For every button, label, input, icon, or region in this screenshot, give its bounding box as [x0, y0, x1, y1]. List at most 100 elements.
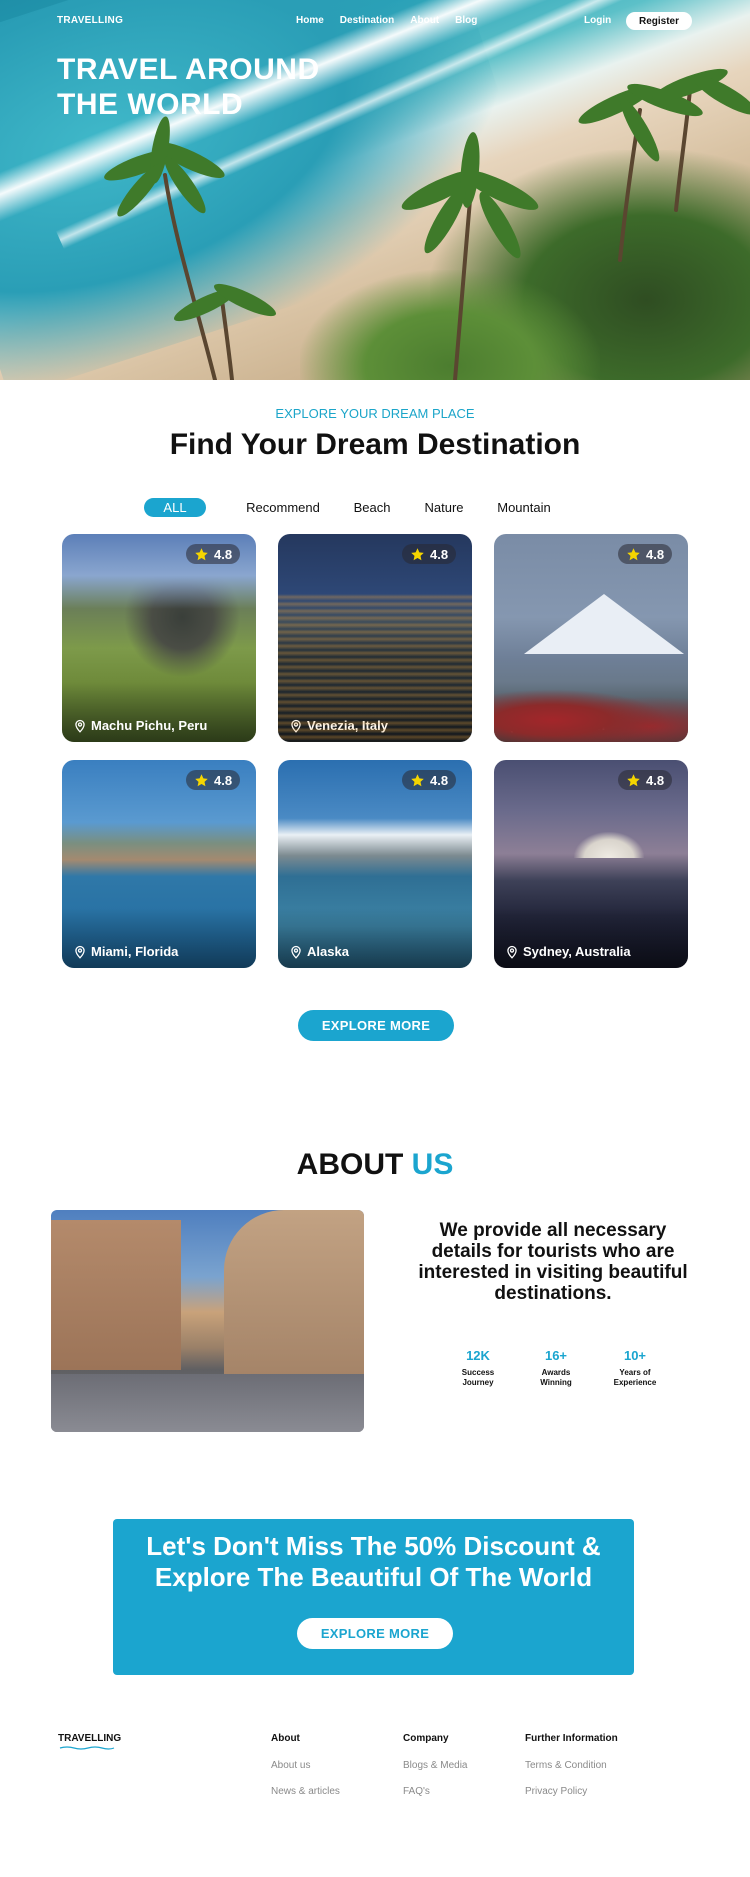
footer-link-blogs[interactable]: Blogs & Media — [403, 1760, 467, 1771]
footer-heading: Company — [403, 1733, 449, 1744]
card-shade — [62, 682, 256, 742]
rating-badge: 4.8 — [186, 770, 240, 790]
footer-link-news[interactable]: News & articles — [271, 1786, 340, 1797]
destinations-title: Find Your Dream Destination — [169, 428, 581, 461]
rating-badge: 4.8 — [186, 544, 240, 564]
rating-value: 4.8 — [430, 546, 449, 562]
about-photo — [51, 1210, 364, 1432]
discount-headline: Let's Don't Miss The 50% Discount & Expl… — [113, 1531, 634, 1593]
promo-explore-button[interactable]: EXPLORE MORE — [297, 1618, 453, 1649]
star-icon — [195, 547, 208, 560]
about-title-main: ABOUT — [296, 1148, 404, 1181]
rating-value: 4.8 — [646, 772, 665, 788]
footer-logo[interactable]: TRAVELLING — [58, 1733, 121, 1744]
footer-column-company: Company Blogs & Media FAQ's — [403, 1733, 467, 1797]
map-pin-icon — [291, 945, 301, 959]
stat-value: 10+ — [623, 1348, 647, 1363]
footer-column-further-info: Further Information Terms & Condition Pr… — [525, 1733, 618, 1797]
card-shade — [278, 908, 472, 968]
card-location: Miami, Florida — [73, 944, 178, 959]
filter-recommend[interactable]: Recommend — [242, 498, 324, 517]
filter-nature[interactable]: Nature — [420, 498, 468, 517]
nav-link-home[interactable]: Home — [296, 15, 324, 26]
card-shade — [62, 908, 256, 968]
rating-badge: 4.8 — [618, 770, 672, 790]
filter-beach[interactable]: Beach — [350, 498, 394, 517]
card-location: Venezia, Italy — [289, 718, 388, 733]
filter-mountain[interactable]: Mountain — [494, 498, 554, 517]
footer-link-terms[interactable]: Terms & Condition — [525, 1760, 618, 1771]
discount-banner: Let's Don't Miss The 50% Discount & Expl… — [113, 1519, 634, 1675]
map-pin-icon — [507, 945, 517, 959]
hero-banner: TRAVELLING Home Destination About Blog L… — [0, 0, 750, 380]
rating-badge: 4.8 — [402, 770, 456, 790]
filter-all[interactable]: ALL — [144, 498, 206, 517]
map-pin-icon — [507, 719, 517, 733]
card-location: Sydney, Australia — [505, 944, 631, 959]
about-title-accent: US — [411, 1148, 454, 1181]
footer-link-faq[interactable]: FAQ's — [403, 1786, 467, 1797]
map-pin-icon — [291, 719, 301, 733]
destination-card[interactable]: 4.8 Machu Pichu, Peru — [62, 534, 256, 742]
footer-heading: Further Information — [525, 1733, 618, 1744]
footer-heading: About — [271, 1733, 300, 1744]
hero-title-line-1: TRAVEL AROUND — [57, 53, 320, 86]
rating-value: 4.8 — [646, 546, 665, 562]
destination-card[interactable]: 4.8 Miami, Florida — [62, 760, 256, 968]
star-icon — [627, 547, 640, 560]
card-location: Tokyo, Japan — [505, 718, 605, 733]
star-icon — [411, 547, 424, 560]
footer-link-privacy[interactable]: Privacy Policy — [525, 1786, 618, 1797]
about-stats: 12K Success Journey 16+ Awards Winning 10+… — [448, 1348, 688, 1398]
card-location: Alaska — [289, 944, 349, 959]
stat-success-journey: 12K Success Journey — [448, 1348, 508, 1388]
card-shade — [278, 682, 472, 742]
explore-more-button[interactable]: EXPLORE MORE — [298, 1010, 454, 1041]
destination-card[interactable]: 4.8 Venezia, Italy — [278, 534, 472, 742]
about-title: ABOUT US — [0, 1148, 750, 1182]
destination-card[interactable]: 4.8 Alaska — [278, 760, 472, 968]
nav-link-blog[interactable]: Blog — [455, 15, 477, 26]
rating-value: 4.8 — [430, 772, 449, 788]
destination-filters: ALL Recommend Beach Nature Mountain — [0, 498, 750, 518]
stat-value: 12K — [466, 1348, 490, 1363]
map-pin-icon — [75, 945, 85, 959]
card-location-name: Machu Pichu, Peru — [91, 718, 208, 733]
stat-label: Success Journey — [461, 1368, 495, 1387]
stat-label: Years of Experience — [613, 1368, 657, 1387]
star-icon — [411, 773, 424, 786]
star-icon — [627, 773, 640, 786]
card-location: Machu Pichu, Peru — [73, 718, 207, 733]
stat-value: 16+ — [544, 1348, 568, 1363]
star-icon — [195, 773, 208, 786]
hero-title: TRAVEL AROUND THE WORLD — [57, 52, 377, 122]
card-location-name: Tokyo, Japan — [523, 718, 606, 733]
hero-title-line-2: THE WORLD — [57, 88, 244, 121]
discount-headline-line-2: Explore The Beautiful Of The World — [154, 1562, 593, 1592]
footer-link-about-us[interactable]: About us — [271, 1760, 340, 1771]
footer-column-about: About About us News & articles — [271, 1733, 340, 1797]
stat-awards-winning: 16+ Awards Winning — [526, 1348, 586, 1388]
discount-headline-line-1: Let's Don't Miss The 50% Discount & — [146, 1531, 601, 1561]
card-location-name: Venezia, Italy — [307, 718, 388, 733]
destinations-eyebrow: EXPLORE YOUR DREAM PLACE — [275, 406, 475, 421]
register-button[interactable]: Register — [626, 12, 692, 30]
card-shade — [494, 908, 688, 968]
photo-street — [51, 1374, 364, 1432]
card-location-name: Miami, Florida — [91, 944, 179, 959]
about-description: We provide all necessary details for tou… — [418, 1220, 688, 1304]
rating-badge: 4.8 — [402, 544, 456, 564]
card-location-name: Alaska — [307, 944, 349, 959]
stat-years-experience: 10+ Years of Experience — [605, 1348, 665, 1388]
destination-card[interactable]: 4.8 Sydney, Australia — [494, 760, 688, 968]
logo-wave-decoration — [59, 1746, 115, 1750]
rating-value: 4.8 — [214, 546, 233, 562]
nav-link-about[interactable]: About — [410, 15, 439, 26]
destination-card[interactable]: 4.8 Tokyo, Japan — [494, 534, 688, 742]
nav-link-destination[interactable]: Destination — [340, 15, 394, 26]
nav-logo[interactable]: TRAVELLING — [57, 15, 123, 26]
map-pin-icon — [75, 719, 85, 733]
page: TRAVELLING Home Destination About Blog L… — [0, 0, 750, 1877]
login-link[interactable]: Login — [584, 15, 611, 26]
rating-value: 4.8 — [214, 772, 233, 788]
